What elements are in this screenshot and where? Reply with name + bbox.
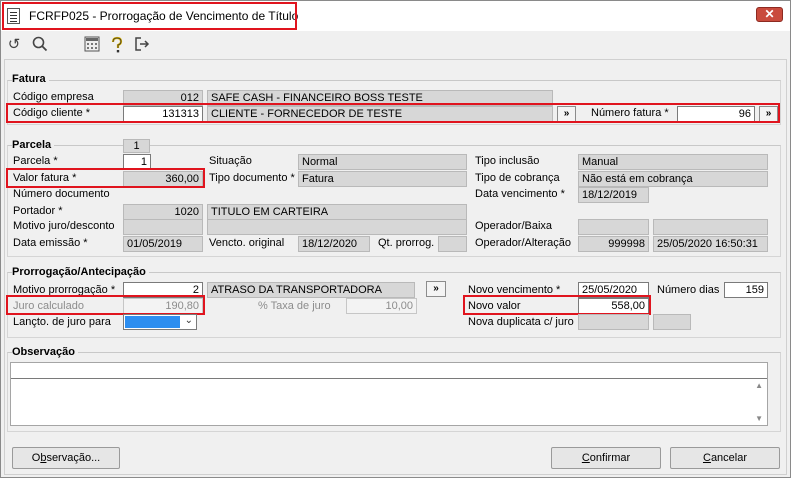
help-icon[interactable] xyxy=(108,36,126,54)
tipo-cobranca-label: Tipo de cobrança xyxy=(475,172,560,184)
novo-vencimento-label: Novo vencimento * xyxy=(468,284,561,296)
operador-alteracao-field: 999998 xyxy=(578,236,649,252)
confirmar-button-mnemonic: C xyxy=(581,452,590,464)
vencto-original-field: 18/12/2020 xyxy=(298,236,370,252)
lancto-juro-select[interactable]: ⌄ xyxy=(123,314,197,330)
parcela-group-title: Parcela xyxy=(12,139,55,151)
numero-dias-field[interactable]: 159 xyxy=(724,282,768,298)
motivo-prorrogacao-label: Motivo prorrogação * xyxy=(13,284,116,296)
main-window: FCRFP025 - Prorrogação de Vencimento de … xyxy=(0,0,791,478)
numero-fatura-field[interactable]: 96 xyxy=(677,106,755,122)
document-icon xyxy=(7,8,20,24)
prorrogacao-group-title: Prorrogação/Antecipação xyxy=(12,266,149,278)
tipo-cobranca-field: Não está em cobrança xyxy=(578,171,768,187)
exit-icon[interactable] xyxy=(133,36,151,54)
window-title: FCRFP025 - Prorrogação de Vencimento de … xyxy=(29,9,299,23)
motivo-juro-field xyxy=(123,219,203,235)
fatura-lookup-button[interactable]: » xyxy=(759,106,778,122)
valor-fatura-label: Valor fatura * xyxy=(13,172,77,184)
motivo-juro-desc-field xyxy=(207,219,467,235)
parcela-count: 1 xyxy=(123,139,150,153)
numero-fatura-label: Número fatura * xyxy=(591,107,669,119)
juro-calculado-label: Juro calculado xyxy=(13,300,84,312)
parcela-field[interactable]: 1 xyxy=(123,154,151,170)
numero-dias-label: Número dias xyxy=(657,284,720,296)
operador-baixa-label: Operador/Baixa xyxy=(475,220,553,232)
valor-fatura-field: 360,00 xyxy=(123,171,203,187)
search-icon[interactable] xyxy=(31,36,49,54)
nova-duplicata-extra-field xyxy=(653,314,691,330)
cancelar-button-mnemonic: C xyxy=(702,452,711,464)
novo-valor-field[interactable]: 558,00 xyxy=(578,298,649,314)
calculator-icon[interactable] xyxy=(83,36,101,54)
observacao-button[interactable]: Observação... xyxy=(12,447,120,469)
codigo-empresa-label: Código empresa xyxy=(13,91,94,103)
observacao-button-label-rest: servação... xyxy=(46,452,101,464)
tipo-inclusao-field: Manual xyxy=(578,154,768,170)
lancto-juro-selection xyxy=(125,316,180,328)
scroll-up-icon[interactable]: ▲ xyxy=(755,381,763,390)
portador-nome-field: TITULO EM CARTEIRA xyxy=(207,204,467,220)
juro-calculado-field: 190,80 xyxy=(123,298,203,314)
data-vencimento-label: Data vencimento * xyxy=(475,188,565,200)
tipo-documento-field: Fatura xyxy=(298,171,467,187)
qt-prorrog-label: Qt. prorrog. xyxy=(378,237,435,249)
tipo-inclusao-label: Tipo inclusão xyxy=(475,155,540,167)
motivo-prorrogacao-field[interactable]: 2 xyxy=(123,282,203,298)
empresa-nome-field: SAFE CASH - FINANCEIRO BOSS TESTE xyxy=(207,90,553,106)
operador-alteracao-label: Operador/Alteração xyxy=(475,237,571,249)
operador-baixa-data-field xyxy=(653,219,768,235)
numero-documento-label: Número documento xyxy=(13,188,110,200)
nova-duplicata-label: Nova duplicata c/ juro xyxy=(468,316,574,328)
chevron-down-icon: ⌄ xyxy=(184,315,193,326)
operador-baixa-field xyxy=(578,219,649,235)
nova-duplicata-field xyxy=(578,314,649,330)
situacao-field: Normal xyxy=(298,154,467,170)
scroll-down-icon[interactable]: ▼ xyxy=(755,414,763,423)
situacao-label: Situação xyxy=(209,155,252,167)
observacao-group-title: Observação xyxy=(12,346,78,358)
taxa-juro-label: % Taxa de juro xyxy=(258,300,331,312)
codigo-empresa-field: 012 xyxy=(123,90,203,106)
data-emissao-field: 01/05/2019 xyxy=(123,236,203,252)
tipo-documento-label: Tipo documento * xyxy=(209,172,295,184)
parcela-label: Parcela * xyxy=(13,155,58,167)
confirmar-button-label-rest: onfirmar xyxy=(589,452,631,464)
data-vencimento-field: 18/12/2019 xyxy=(578,187,649,203)
cancelar-button[interactable]: Cancelar xyxy=(670,447,780,469)
cliente-nome-field: CLIENTE - FORNECEDOR DE TESTE xyxy=(207,106,553,122)
codigo-cliente-field[interactable]: 131313 xyxy=(123,106,203,122)
observacao-text xyxy=(11,363,767,379)
observacao-textarea[interactable]: ▲ ▼ xyxy=(10,362,768,426)
lancto-juro-label: Lançto. de juro para xyxy=(13,316,111,328)
portador-field: 1020 xyxy=(123,204,203,220)
confirmar-button[interactable]: Confirmar xyxy=(551,447,661,469)
motivo-juro-label: Motivo juro/desconto xyxy=(13,220,115,232)
toolbar: ↺ xyxy=(1,32,790,57)
novo-valor-label: Novo valor xyxy=(468,300,521,312)
codigo-cliente-label: Código cliente * xyxy=(13,107,91,119)
close-button[interactable]: ✕ xyxy=(756,7,783,22)
novo-vencimento-field[interactable]: 25/05/2020 xyxy=(578,282,649,298)
portador-label: Portador * xyxy=(13,205,63,217)
taxa-juro-field: 10,00 xyxy=(346,298,417,314)
fatura-group-title: Fatura xyxy=(12,73,49,85)
motivo-lookup-button[interactable]: » xyxy=(426,281,446,297)
data-emissao-label: Data emissão * xyxy=(13,237,88,249)
cliente-lookup-button[interactable]: » xyxy=(557,106,576,122)
cancelar-button-label-rest: ancelar xyxy=(710,452,748,464)
vencto-original-label: Vencto. original xyxy=(209,237,285,249)
title-bar: FCRFP025 - Prorrogação de Vencimento de … xyxy=(1,1,790,31)
motivo-prorrogacao-desc-field: ATRASO DA TRANSPORTADORA xyxy=(207,282,415,298)
operador-alteracao-data-field: 25/05/2020 16:50:31 xyxy=(653,236,768,252)
undo-icon[interactable]: ↺ xyxy=(5,36,23,54)
qt-prorrog-field xyxy=(438,236,467,252)
